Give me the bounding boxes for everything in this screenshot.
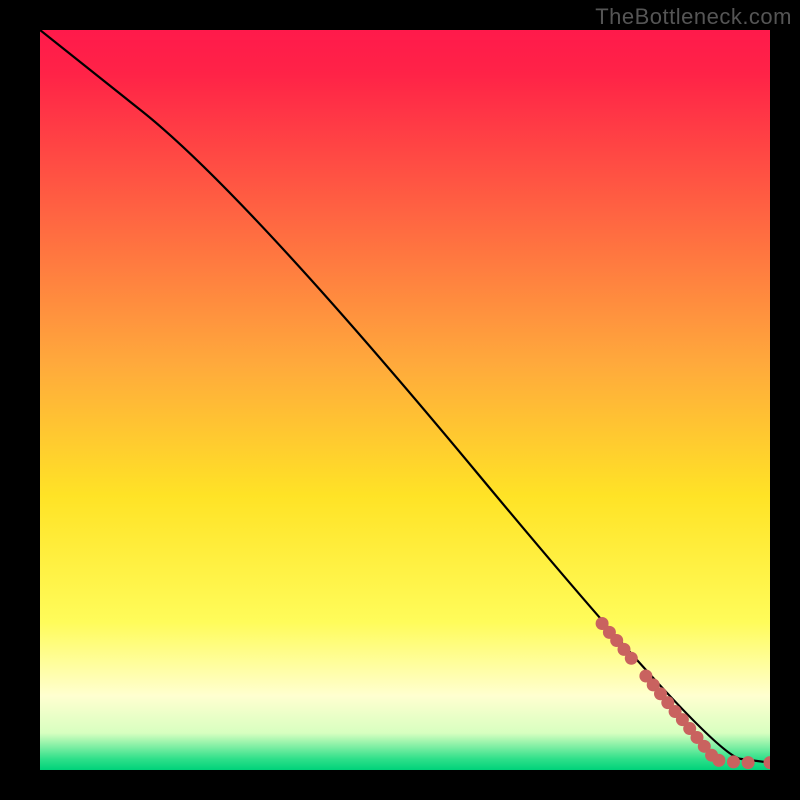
data-marker (742, 756, 755, 769)
watermark-text: TheBottleneck.com (595, 4, 792, 30)
chart-svg (40, 30, 770, 770)
chart-frame: TheBottleneck.com (0, 0, 800, 800)
data-marker (727, 755, 740, 768)
gradient-background (40, 30, 770, 770)
data-marker (625, 652, 638, 665)
data-marker (712, 754, 725, 767)
plot-area (40, 30, 770, 770)
